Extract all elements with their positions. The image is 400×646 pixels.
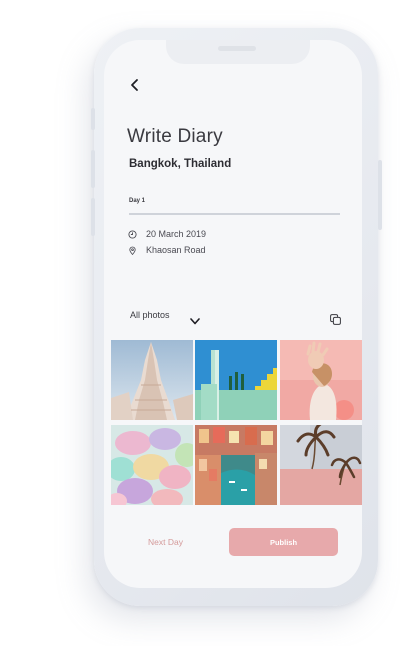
- publish-button[interactable]: Publish: [229, 528, 338, 556]
- photo-filter-dropdown[interactable]: All photos: [130, 310, 170, 320]
- photo-woman-hand[interactable]: [280, 340, 362, 420]
- location-heading: Bangkok, Thailand: [129, 158, 232, 170]
- entry-date: 20 March 2019: [146, 229, 207, 239]
- entry-place: Khaosan Road: [146, 245, 206, 255]
- phone-side-button: [91, 108, 95, 130]
- chevron-left-icon: [131, 79, 138, 91]
- photo-temple[interactable]: [111, 340, 193, 420]
- photo-pink-wall-palms[interactable]: [280, 425, 362, 505]
- back-button[interactable]: [128, 78, 142, 92]
- chevron-down-icon: [190, 318, 200, 325]
- place-row[interactable]: Khaosan Road: [128, 245, 206, 255]
- phone-side-button: [378, 160, 382, 230]
- phone-side-button: [91, 150, 95, 188]
- phone-side-button: [91, 198, 95, 236]
- photo-filter-toggle[interactable]: [190, 312, 200, 325]
- photo-macarons[interactable]: [111, 425, 193, 505]
- phone-notch: [166, 40, 310, 64]
- multi-select-button[interactable]: [330, 312, 341, 325]
- multi-select-icon: [330, 314, 341, 325]
- day-divider: [129, 213, 340, 215]
- photo-coastal-village[interactable]: [195, 425, 277, 505]
- location-pin-icon: [129, 246, 136, 255]
- next-day-button[interactable]: Next Day: [148, 537, 183, 547]
- photo-teal-building[interactable]: [195, 340, 277, 420]
- day-label: Day 1: [129, 198, 146, 204]
- phone-speaker: [218, 46, 256, 51]
- date-row[interactable]: 20 March 2019: [128, 229, 206, 239]
- page-title: Write Diary: [127, 126, 223, 147]
- clock-icon: [128, 229, 137, 239]
